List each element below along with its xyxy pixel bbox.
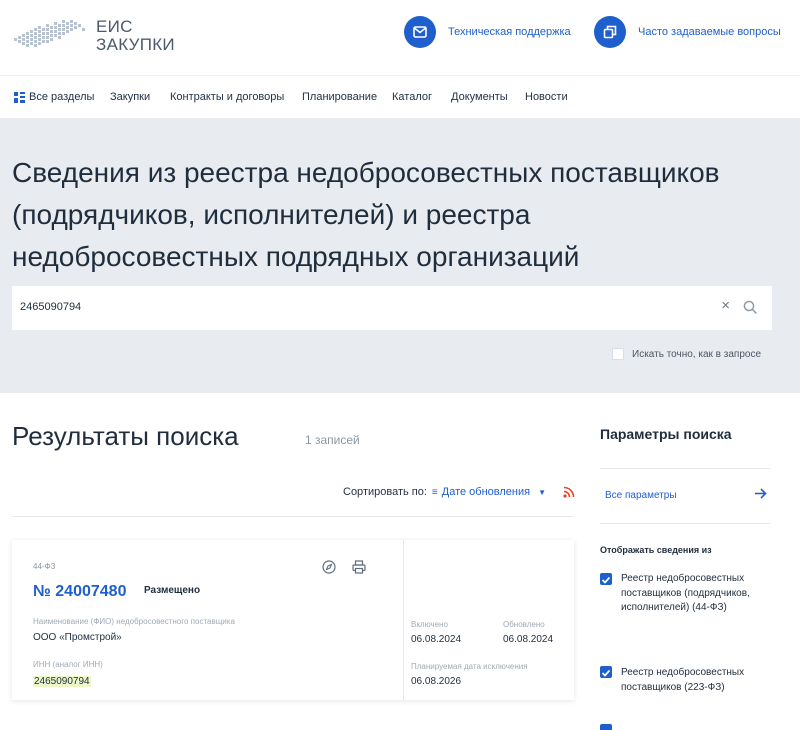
mail-icon — [404, 16, 436, 48]
site-header: ЕИС ЗАКУПКИ Техническая поддержка Часто … — [0, 0, 800, 75]
main-nav: Все разделы Закупки Контракты и договоры… — [0, 75, 800, 118]
russia-map-logo-icon — [14, 20, 85, 47]
show-from-label: Отображать сведения из — [600, 545, 712, 555]
rss-icon[interactable] — [563, 486, 575, 498]
search-icon[interactable] — [743, 300, 758, 315]
nav-item-contracts[interactable]: Контракты и договоры — [170, 91, 284, 103]
updated-date: 06.08.2024 — [503, 634, 554, 645]
search-input-value: 2465090794 — [20, 301, 82, 313]
tech-support-link[interactable]: Техническая поддержка — [404, 16, 571, 48]
exact-match-checkbox[interactable]: Искать точно, как в запросе — [612, 348, 761, 360]
nav-item-documents[interactable]: Документы — [451, 91, 508, 103]
results-count: 1 записей — [305, 433, 360, 447]
nav-item-catalog[interactable]: Каталог — [392, 91, 432, 103]
registry-44fz-label: Реестр недобросовестных поставщиков (под… — [621, 573, 750, 613]
planned-exclusion-date: 06.08.2026 — [411, 676, 462, 687]
logo-line-2: ЗАКУПКИ — [96, 35, 175, 54]
compass-icon[interactable] — [322, 560, 336, 574]
registry-number-link[interactable]: № 24007480 — [33, 583, 126, 601]
checkbox-checked-icon[interactable] — [600, 724, 612, 730]
law-label: 44-ФЗ — [33, 562, 56, 571]
filter-icon: ≡ — [431, 486, 438, 498]
inn-value-text: 2465090794 — [33, 676, 91, 687]
all-params-link[interactable]: Все параметры — [605, 490, 677, 501]
close-icon[interactable]: × — [721, 297, 730, 314]
checkbox-checked-icon[interactable] — [600, 666, 612, 678]
nav-label-all-sections: Все разделы — [29, 91, 95, 103]
sort-value[interactable]: Дате обновления — [442, 486, 530, 498]
nav-item-purchases[interactable]: Закупки — [110, 91, 150, 103]
grid-icon — [14, 91, 25, 103]
supplier-name: ООО «Промстрой» — [33, 632, 122, 643]
copy-icon — [594, 16, 626, 48]
eis-logo[interactable]: ЕИС ЗАКУПКИ — [12, 14, 192, 60]
included-label: Включено — [411, 620, 448, 629]
page-title: Сведения из реестра недобросовестных пос… — [12, 157, 720, 272]
registry-223fz-label: Реестр недобросовестных поставщиков (223… — [621, 667, 745, 693]
divider — [600, 468, 770, 469]
divider — [12, 516, 574, 517]
arrow-right-icon[interactable] — [753, 486, 768, 501]
checkbox-checked-icon[interactable] — [600, 573, 612, 585]
planned-exclusion-label: Планируемая дата исключения — [411, 662, 528, 671]
result-card: 44-ФЗ № 24007480 Размещено Наименование … — [12, 540, 574, 700]
faq-label: Часто задаваемые вопросы — [638, 26, 781, 38]
nav-item-all-sections[interactable]: Все разделы — [14, 91, 94, 103]
exact-match-label: Искать точно, как в запросе — [632, 348, 761, 360]
supplier-name-label: Наименование (ФИО) недобросовестного пос… — [33, 617, 235, 626]
logo-line-1: ЕИС — [96, 17, 133, 36]
inn-value: 2465090794 — [33, 676, 91, 687]
results-title: Результаты поиска — [12, 421, 239, 451]
updated-label: Обновлено — [503, 620, 545, 629]
search-input[interactable]: 2465090794 × — [12, 286, 772, 330]
nav-item-news[interactable]: Новости — [525, 91, 568, 103]
sort-prefix: Сортировать по: — [343, 486, 427, 498]
sort-control[interactable]: Сортировать по: ≡ Дате обновления ▼ — [343, 486, 546, 498]
faq-link[interactable]: Часто задаваемые вопросы — [594, 16, 781, 48]
search-hero: Сведения из реестра недобросовестных пос… — [0, 118, 800, 393]
chevron-down-icon[interactable]: ▼ — [538, 488, 546, 497]
inn-label: ИНН (аналог ИНН) — [33, 660, 103, 669]
tech-support-label: Техническая поддержка — [448, 26, 571, 38]
included-date: 06.08.2024 — [411, 634, 462, 645]
nav-item-planning[interactable]: Планирование — [302, 91, 377, 103]
checkbox-unchecked — [612, 348, 624, 360]
print-icon[interactable] — [352, 560, 366, 574]
logo-text: ЕИС ЗАКУПКИ — [96, 18, 175, 54]
card-divider — [403, 540, 404, 700]
search-params-title: Параметры поиска — [600, 426, 732, 442]
status-badge: Размещено — [144, 585, 201, 596]
divider — [600, 523, 770, 524]
